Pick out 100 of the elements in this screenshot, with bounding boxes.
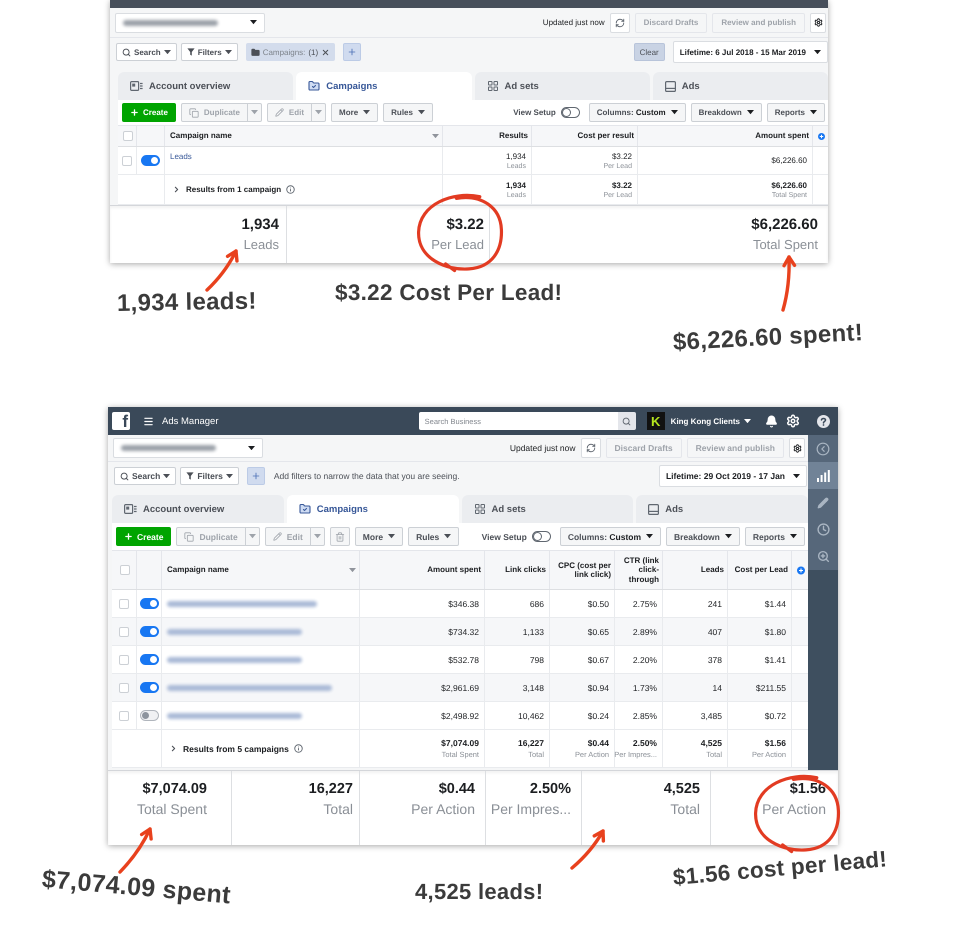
expand-icon[interactable] [169,744,178,753]
date-range-dropdown[interactable]: Lifetime: 29 Oct 2019 - 17 Jan [658,465,807,487]
cell-value: 241 [708,598,722,608]
tab[interactable]: Campaigns [286,495,458,523]
toggle-switch[interactable] [140,710,158,721]
checkbox[interactable] [119,654,129,664]
summary-label: Total [670,801,700,817]
search-button[interactable]: Search [116,43,177,61]
app-title: Ads Manager [162,416,219,426]
column-header: Leads [700,565,724,575]
refresh-button[interactable] [580,438,601,458]
cell-value: 3,485 [700,710,722,720]
dropdown-button[interactable]: Rules [408,527,460,546]
summary-value: $0.44 [438,781,475,797]
menu-icon[interactable] [143,416,154,426]
dropdown-button[interactable]: More [354,527,404,546]
cell-value: $1.56 [764,738,786,748]
settings-icon[interactable] [786,414,800,428]
search-button[interactable]: Search [114,467,176,485]
column-header: CTR (link click-through [622,556,659,584]
add-filter-button[interactable] [246,467,265,485]
clear-button[interactable]: Clear [634,43,665,61]
tab[interactable]: Ads [652,72,828,100]
zoom-icon [816,550,830,563]
cell-value: 1,934 [506,180,526,190]
add-column-icon[interactable] [797,566,805,574]
caret-icon [248,534,256,539]
campaign-link[interactable]: Leads [170,152,192,161]
toggle-switch[interactable] [560,107,580,118]
cell-value: 407 [708,626,722,636]
bar-chart-icon [816,470,830,482]
column-header: Results [499,131,528,141]
filters-button[interactable]: Filters [180,467,239,485]
tab[interactable]: Account overview [112,495,284,523]
account-dropdown[interactable] [113,438,263,458]
refresh-icon [586,443,596,453]
tab[interactable]: Account overview [118,72,294,100]
sidebar-item[interactable] [808,462,838,489]
checkbox[interactable] [120,565,130,575]
toggle-switch[interactable] [140,598,158,609]
column-header: Amount spent [427,565,481,575]
view-setup-label: View Setup [513,108,556,117]
add-column-icon[interactable] [818,132,825,140]
tab[interactable]: Ad sets [474,72,650,100]
plus-icon [124,532,133,541]
handwritten-note: $6,226.60 spent! [672,319,864,357]
plus-icon [250,471,261,481]
updated-label: Updated just now [542,18,605,27]
tab[interactable]: Ad sets [462,495,634,523]
toggle-switch[interactable] [140,682,158,693]
refresh-button[interactable] [610,12,630,32]
copy-icon [188,108,199,118]
account-menu[interactable]: King Kong Clients [670,416,751,426]
date-range-dropdown[interactable]: Lifetime: 6 Jul 2018 - 15 Mar 2019 [672,41,828,63]
expand-icon[interactable] [172,185,181,194]
checkbox[interactable] [123,131,133,141]
dropdown-button[interactable]: Rules [383,103,433,122]
dropdown-button[interactable]: Breakdown [690,103,762,122]
toggle-switch[interactable] [140,626,158,637]
plus-icon [130,108,139,117]
settings-button[interactable] [810,12,826,32]
dropdown-button[interactable]: More [331,103,378,122]
dropdown-button[interactable]: Breakdown [666,527,740,546]
dropdown-button[interactable]: Columns: Custom [588,103,686,122]
cell-value: $0.24 [588,710,609,720]
handwritten-note: 4,525 leads! [415,879,544,904]
checkbox[interactable] [119,682,129,692]
cell-value: $3.22 [612,152,632,160]
caret-icon [226,474,233,478]
tab[interactable]: Ads [636,495,808,523]
cell-value: $1.41 [764,654,786,664]
search-icon [120,472,129,480]
tab[interactable]: Campaigns [296,72,472,100]
toggle-switch[interactable] [532,531,551,542]
cell-value: $532.78 [448,654,479,664]
search-button[interactable] [618,412,636,430]
toggle-switch[interactable] [140,654,158,665]
filter-chip[interactable]: Campaigns: (1) [246,43,336,61]
close-icon[interactable] [321,48,330,56]
help-icon[interactable] [816,414,830,428]
filters-button[interactable]: Filters [180,43,238,61]
summary-label: Per Impres... [490,801,571,817]
grid-icon [486,80,498,92]
dropdown-button[interactable]: Columns: Custom [560,527,662,546]
dropdown-button[interactable]: Reports [744,527,805,546]
caret-icon [444,534,452,539]
checkbox[interactable] [119,598,129,608]
add-filter-button[interactable] [343,43,362,61]
column-header: CPC (cost per link click) [557,560,611,580]
checkbox[interactable] [119,710,129,720]
folder-check-icon [308,80,320,92]
account-dropdown[interactable] [115,12,265,32]
checkbox[interactable] [119,626,129,636]
cell-value: $0.67 [588,654,609,664]
dropdown-button[interactable]: Reports [766,103,825,122]
bell-icon[interactable] [765,414,778,428]
toggle-switch[interactable] [141,155,160,166]
checkbox[interactable] [122,156,132,166]
settings-button[interactable] [789,438,805,458]
search-icon [122,48,131,56]
